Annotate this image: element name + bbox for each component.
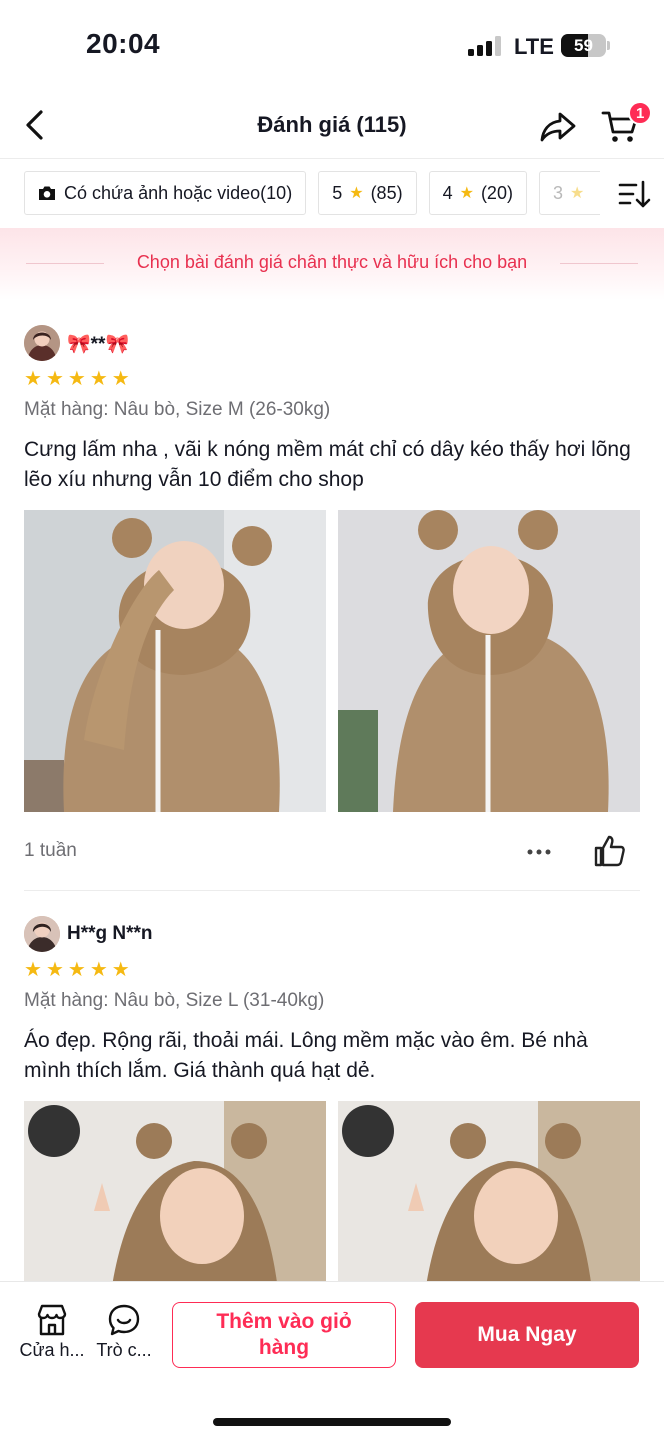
filter-chip-3-star[interactable]: 3 ★	[538, 171, 600, 215]
shop-icon	[37, 1304, 67, 1336]
star-icon: ★	[67, 959, 86, 981]
star-rating: ★ ★ ★ ★ ★	[24, 369, 130, 389]
variant-label: Mặt hàng: Nâu bò, Size L (31-40kg)	[24, 990, 325, 1011]
review-photo[interactable]	[24, 510, 326, 812]
banner-divider-right	[560, 263, 638, 264]
buy-now-button[interactable]: Mua Ngay	[415, 1302, 639, 1368]
review-photo[interactable]	[338, 510, 640, 812]
review-text: Áo đẹp. Rộng rãi, thoải mái. Lông mềm mặ…	[24, 1029, 588, 1082]
chat-label: Trò c...	[96, 1340, 152, 1360]
filter-row: Có chứa ảnh hoặc video(10) 5 ★ (85) 4 ★ (20)…	[24, 171, 600, 217]
network-label: LTE	[514, 34, 554, 59]
star-icon: ★	[24, 959, 42, 981]
star-icon: ★	[349, 185, 364, 202]
battery-icon: 59	[561, 34, 606, 57]
review-divider	[24, 890, 640, 891]
add-to-cart-button[interactable]: Thêm vào giỏ hàng	[172, 1302, 396, 1368]
star-icon: ★	[111, 959, 130, 981]
star-icon: ★	[569, 185, 585, 202]
status-time: 20:04	[86, 28, 161, 59]
home-indicator	[213, 1418, 451, 1426]
filter-chip-4-star[interactable]: 4 ★ (20)	[428, 171, 527, 215]
avatar[interactable]	[24, 325, 60, 361]
filter-rating: 5	[332, 182, 343, 203]
review-card: 🎀**🎀 ★ ★ ★ ★ ★ Mặt hàng: Nâu bò, Size M (26-…	[24, 325, 640, 885]
signal-icon	[468, 36, 501, 56]
filter-count: (85)	[370, 182, 403, 203]
header: Đánh giá (115)	[0, 92, 664, 158]
star-icon: ★	[459, 185, 474, 202]
star-icon: ★	[89, 368, 108, 390]
like-icon[interactable]	[591, 833, 627, 869]
filter-chip-5-star[interactable]: 5 ★ (85)	[318, 171, 417, 215]
battery-cap	[607, 41, 610, 50]
shop-label: Cửa h...	[19, 1340, 85, 1360]
tip-banner: Chọn bài đánh giá chân thực và hữu ích c…	[0, 228, 664, 300]
camera-icon	[39, 186, 55, 200]
reviewer-name: 🎀**🎀	[67, 334, 130, 355]
star-rating: ★ ★ ★ ★ ★	[24, 960, 130, 980]
review-card: H**g N**n ★ ★ ★ ★ ★ Mặt hàng: Nâu bò, Size L…	[24, 916, 640, 1403]
filter-chip-label: Có chứa ảnh hoặc video(10)	[64, 182, 293, 203]
star-icon: ★	[67, 368, 86, 390]
star-icon: ★	[89, 959, 108, 981]
star-icon: ★	[45, 368, 64, 390]
sort-icon[interactable]	[616, 176, 652, 212]
star-icon: ★	[24, 368, 42, 390]
chat-button[interactable]: Trò c...	[89, 1302, 159, 1361]
shop-button[interactable]: Cửa h...	[17, 1302, 87, 1361]
star-icon: ★	[111, 368, 130, 390]
variant-label: Mặt hàng: Nâu bò, Size M (26-30kg)	[24, 399, 331, 420]
header-divider	[0, 158, 664, 159]
chat-icon	[108, 1304, 140, 1336]
status-bar: 20:04 LTE 59	[0, 0, 664, 90]
battery-percent: 59	[574, 35, 593, 55]
share-icon[interactable]	[538, 106, 578, 146]
reviewer-name: H**g N**n	[67, 923, 153, 944]
review-text: Cưng lấm nha , vãi k nóng mềm mát chỉ có…	[24, 438, 631, 491]
more-icon[interactable]	[524, 837, 554, 867]
bottom-action-bar: Cửa h... Trò c... Thêm vào giỏ hàng Mua …	[0, 1281, 664, 1440]
filter-rating: 3	[552, 182, 563, 203]
star-icon: ★	[45, 959, 64, 981]
filter-count: (20)	[480, 182, 513, 203]
avatar[interactable]	[24, 916, 60, 952]
filter-chip-media[interactable]: Có chứa ảnh hoặc video(10)	[24, 171, 307, 215]
filter-rating: 4	[442, 182, 453, 203]
review-time: 1 tuần	[24, 840, 77, 861]
